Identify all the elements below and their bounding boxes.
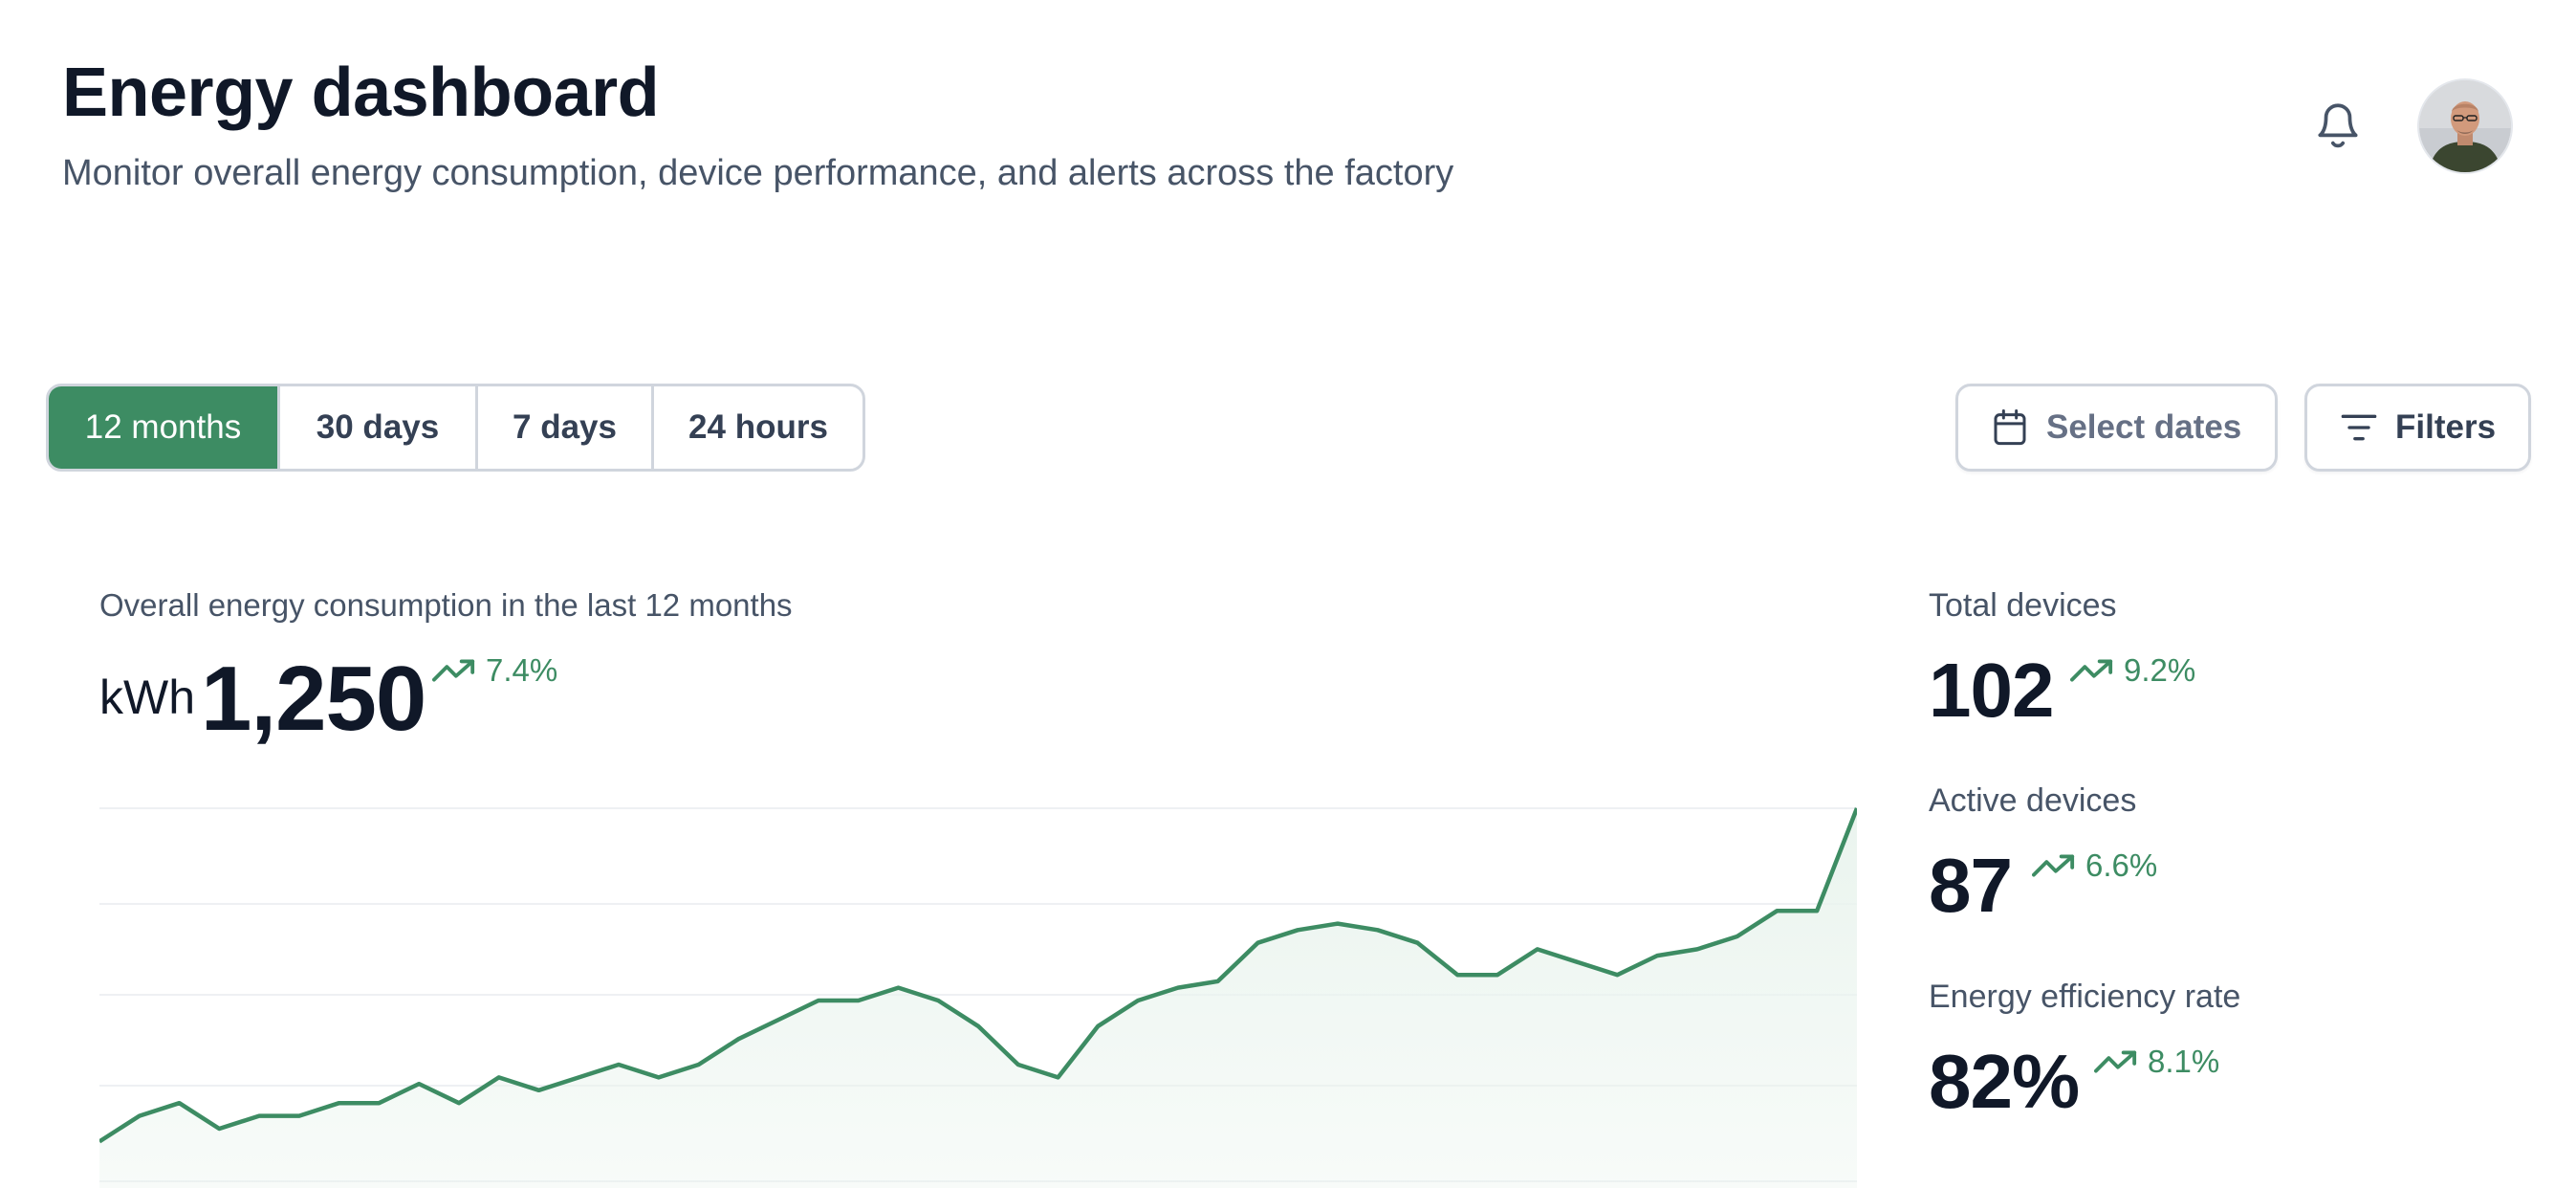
efficiency-rate-change: 8.1% (2094, 1044, 2219, 1080)
energy-consumption-chart (99, 807, 1857, 1188)
page-subtitle: Monitor overall energy consumption, devi… (62, 153, 1454, 193)
energy-chart-label: Overall energy consumption in the last 1… (99, 587, 793, 623)
tab-24-hours[interactable]: 24 hours (654, 386, 862, 469)
filters-label: Filters (2395, 408, 2497, 446)
total-devices-change-value: 9.2% (2124, 652, 2196, 688)
tab-30-days[interactable]: 30 days (280, 386, 478, 469)
calendar-icon (1994, 409, 2026, 446)
trend-up-icon (2070, 659, 2113, 682)
page-title: Energy dashboard (62, 55, 660, 131)
trend-up-icon (432, 659, 475, 682)
bell-icon[interactable] (2314, 99, 2362, 153)
filters-button[interactable]: Filters (2304, 384, 2531, 472)
select-dates-label: Select dates (2046, 408, 2242, 446)
tab-12-months[interactable]: 12 months (49, 386, 280, 469)
time-range-tabs: 12 months 30 days 7 days 24 hours (46, 384, 865, 472)
active-devices-change: 6.6% (2032, 847, 2157, 884)
filter-lines-icon (2341, 414, 2377, 441)
energy-unit: kWh (99, 671, 195, 724)
efficiency-rate-change-value: 8.1% (2148, 1044, 2220, 1079)
select-dates-button[interactable]: Select dates (1955, 384, 2278, 472)
active-devices-change-value: 6.6% (2085, 847, 2158, 883)
total-devices-label: Total devices (1929, 587, 2117, 624)
total-devices-value: 102 (1929, 648, 2054, 733)
efficiency-rate-label: Energy efficiency rate (1929, 979, 2241, 1015)
tab-7-days[interactable]: 7 days (478, 386, 654, 469)
active-devices-label: Active devices (1929, 782, 2137, 819)
efficiency-rate-value: 82% (1929, 1039, 2080, 1124)
trend-up-icon (2094, 1050, 2137, 1073)
energy-change-value: 7.4% (486, 652, 558, 688)
energy-change: 7.4% (432, 652, 557, 689)
active-devices-value: 87 (1929, 843, 2013, 928)
total-devices-change: 9.2% (2070, 652, 2195, 689)
user-avatar[interactable] (2419, 80, 2511, 172)
chart-area-fill (99, 808, 1857, 1188)
energy-value: 1,250 (201, 648, 426, 750)
trend-up-icon (2032, 854, 2075, 877)
